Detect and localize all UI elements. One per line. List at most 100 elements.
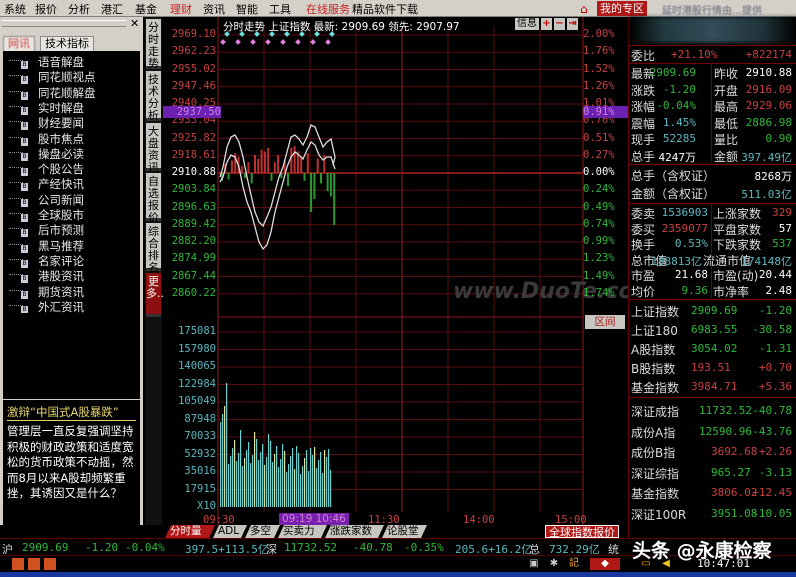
quote-cell: -0.04% [656, 99, 696, 112]
info-button[interactable]: 信息 [515, 18, 539, 30]
hk-info-banner[interactable]: 延时港股行情由…提供 [662, 2, 762, 17]
indicator-icon[interactable] [12, 558, 24, 570]
vtab-1[interactable]: 技术分析 [146, 71, 161, 122]
news-title[interactable]: 激辩“中国式A股暴跌” [7, 404, 136, 421]
vtab-0[interactable]: 分时走势 [146, 19, 161, 70]
intraday-chart[interactable]: 分时走势 上证指数 最新: 2909.69 领先: 2907.97 www.Du… [163, 17, 657, 526]
menu-item-1[interactable]: 报价 [35, 1, 57, 17]
menu-item-5[interactable]: 理财 [170, 1, 192, 17]
gear-icon[interactable]: ✱ [548, 558, 560, 570]
tree-item[interactable]: B 黑马推荐 [9, 238, 84, 253]
event-marker[interactable] [295, 39, 301, 45]
event-marker[interactable] [250, 39, 256, 45]
indicator-icon[interactable] [28, 558, 40, 570]
buy-sell-bar [326, 173, 329, 192]
indicator-icon[interactable] [44, 558, 56, 570]
close-icon[interactable]: ✕ [130, 17, 139, 30]
tree-item[interactable]: B 后市预测 [9, 222, 84, 238]
zoom-in-button[interactable]: + [541, 18, 552, 30]
book-icon: B [21, 168, 28, 177]
tree-item[interactable]: B 个股公告 [9, 161, 84, 177]
home-icon[interactable]: ⌂ [580, 2, 594, 16]
menu-item-6[interactable]: 资讯 [203, 1, 225, 17]
tree-item[interactable]: B 全球股市 [9, 207, 84, 222]
event-marker[interactable] [280, 39, 286, 45]
divider [711, 63, 712, 163]
tree-item[interactable]: B 产经快讯 [9, 176, 84, 192]
window-border [0, 572, 796, 577]
volume-bar [226, 383, 228, 507]
volume-bar [298, 453, 300, 507]
tree-connector [9, 90, 23, 92]
tab-tech-indicators[interactable]: 技术指标 [40, 36, 94, 51]
quote-cell: 基金指数 [631, 487, 680, 501]
bottom-tab-2[interactable]: 多空 [245, 525, 280, 538]
quote-cell: 2359077 [661, 221, 708, 235]
tree-connector [9, 213, 23, 214]
menu-item-7[interactable]: 智能 [236, 1, 258, 17]
tree-item[interactable]: B 名家评论 [9, 253, 84, 268]
tree-item[interactable]: B 同花顺视点 [9, 69, 96, 85]
tree-item[interactable]: B 港股资讯 [9, 268, 84, 284]
buy-sell-bar [293, 146, 296, 173]
tree-item[interactable]: B 实时解盘 [9, 100, 84, 115]
bottom-tab-4[interactable]: 涨跌家数 [325, 525, 384, 538]
bottom-tab-5[interactable]: 论股堂 [382, 525, 427, 538]
vtab-2[interactable]: 大盘资讯 [146, 123, 161, 174]
price-label: 2925.82 [171, 131, 216, 144]
volume-bar [274, 454, 276, 507]
vtab-3[interactable]: 自选报价 [146, 173, 161, 224]
event-marker[interactable] [220, 39, 226, 45]
tree-item[interactable]: B 外汇资讯 [9, 299, 84, 314]
vtab-4[interactable]: 综合排名 [146, 223, 161, 274]
price-label: 2882.20 [171, 235, 216, 247]
zoom-out-button[interactable]: − [554, 18, 565, 30]
tree-item-label: 个股公告 [38, 162, 84, 177]
tree-item-label: 操盘必读 [38, 146, 84, 161]
buy-sell-bar [270, 173, 273, 181]
book-icon: B [21, 229, 28, 238]
tree-item[interactable]: B 语音解盘 [9, 54, 84, 69]
book-icon: B [21, 259, 28, 268]
tree-item[interactable]: B 操盘必读 [9, 146, 84, 161]
event-marker[interactable] [235, 39, 241, 45]
panel-grip[interactable] [2, 20, 126, 27]
total-vol-warrant-row: 总手（含权证） 8268万 [631, 167, 794, 183]
quote-cell: 深证成指 [631, 405, 680, 419]
global-index-button[interactable]: 全球指数报价 [545, 525, 619, 539]
exit-icon[interactable]: ⇥ [567, 18, 578, 30]
menu-item-8[interactable]: 工具 [269, 1, 291, 17]
event-marker[interactable] [265, 39, 271, 45]
price-label: 2969.10 [171, 28, 216, 40]
quote-cell: 2910.88 [745, 66, 792, 79]
alert-icon[interactable]: ◆ [590, 558, 620, 570]
note-icon[interactable]: 記 [568, 558, 580, 570]
buy-sell-bar [230, 160, 233, 173]
menu-item-9[interactable]: 在线服务 [306, 1, 350, 17]
tab-news[interactable]: 网讯 [3, 36, 35, 51]
range-button[interactable]: 区间 [585, 315, 625, 329]
monitor-icon[interactable]: ▣ [528, 558, 540, 570]
bottom-tab-3[interactable]: 买卖力道 [278, 525, 327, 538]
menu-item-3[interactable]: 港汇 [101, 1, 123, 17]
event-marker[interactable] [325, 39, 331, 45]
tree-item[interactable]: B 股市焦点 [9, 131, 84, 146]
news-box[interactable]: 激辩“中国式A股暴跌” 管理层一直反复强调坚持积极的财政政策和适度宽松的货币政策… [3, 400, 140, 540]
my-zone-button[interactable]: 我的专区 [597, 1, 647, 16]
tree-item[interactable]: B 同花顺解盘 [9, 85, 96, 100]
event-marker[interactable] [310, 39, 316, 45]
vtab-5[interactable]: 更多... [146, 273, 168, 317]
tree-item[interactable]: B 财经要闻 [9, 115, 84, 131]
menu-item-10[interactable]: 精品软件下载 [352, 1, 418, 17]
volume-bar [316, 468, 318, 507]
tree-item[interactable]: B 期货资讯 [9, 284, 84, 299]
volume-bar [242, 466, 244, 507]
time-crosshair-label: 09:19 10:46 [279, 513, 349, 525]
tree-item[interactable]: B 公司新闻 [9, 192, 84, 207]
bottom-tab-0[interactable]: 分时量 [165, 525, 215, 538]
quote-cell: 深证综指 [631, 466, 680, 481]
menu-item-2[interactable]: 分析 [68, 1, 90, 17]
menu-item-0[interactable]: 系统 [4, 1, 26, 17]
menu-item-4[interactable]: 基金 [135, 1, 157, 17]
bottom-tab-1[interactable]: ADL [213, 525, 247, 538]
